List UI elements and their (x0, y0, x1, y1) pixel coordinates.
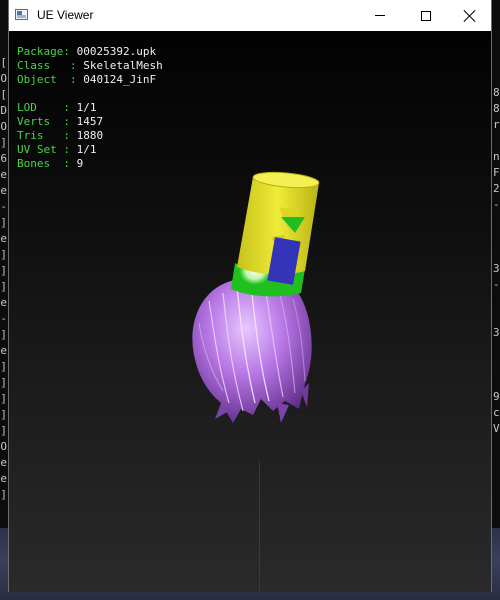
background-console-char: 9 (493, 390, 500, 403)
background-console-char: ] (0, 328, 7, 341)
background-console-char: r (493, 118, 500, 131)
background-console-char: 6 (0, 152, 7, 165)
background-console-char: - (0, 200, 7, 213)
background-console-char: F (493, 166, 500, 179)
background-console-char: ] (0, 216, 7, 229)
background-console-char: ] (0, 424, 7, 437)
background-console-char: e (0, 472, 7, 485)
background-console-char: e (0, 184, 7, 197)
window-title: UE Viewer (37, 8, 94, 22)
minimize-button[interactable] (357, 0, 403, 31)
minimize-icon (375, 15, 385, 16)
yellow-cylinder (237, 171, 320, 285)
ue-viewer-window: UE Viewer Package: 00025392.upk Class : … (8, 0, 492, 592)
background-console-char: ] (0, 408, 7, 421)
background-console-char: ] (0, 248, 7, 261)
skeletal-mesh-render[interactable] (9, 31, 491, 592)
background-console-char: e (0, 296, 7, 309)
background-console-char: ] (0, 280, 7, 293)
background-console-char: [ (0, 88, 7, 101)
background-console-char: ] (0, 264, 7, 277)
background-console-char: O (0, 120, 7, 133)
background-console-char: ] (0, 488, 7, 501)
background-console-char: e (0, 344, 7, 357)
background-console-char: c (493, 406, 500, 419)
background-console-char: e (0, 168, 7, 181)
background-console-char: - (493, 278, 500, 291)
background-console-char: e (0, 232, 7, 245)
background-console-char: ] (0, 392, 7, 405)
background-console-right: 8 8 r nF 2 - 3 - 3 9 cV (492, 0, 500, 600)
background-console-char: ] (0, 136, 7, 149)
background-console-char: 3 (493, 262, 500, 275)
background-console-char: O (0, 72, 7, 85)
background-console-char: D (0, 104, 7, 117)
background-console-char: 8 (493, 86, 500, 99)
background-console-char: 8 (493, 102, 500, 115)
maximize-button[interactable] (403, 0, 449, 31)
background-console-char: n (493, 150, 500, 163)
background-console-char: [ (0, 56, 7, 69)
background-console-char: ] (0, 376, 7, 389)
close-button[interactable] (447, 0, 493, 31)
background-console-char: ] (0, 360, 7, 373)
close-icon (464, 10, 476, 22)
3d-viewport[interactable]: Package: 00025392.upk Class : SkeletalMe… (9, 31, 491, 592)
hair-mesh (192, 277, 312, 423)
background-console-char: 3 (493, 326, 500, 339)
background-console-char: V (493, 422, 500, 435)
background-console-char: 2 (493, 182, 500, 195)
background-console-char: O (0, 440, 7, 453)
maximize-icon (421, 10, 431, 21)
background-console-char: e (0, 456, 7, 469)
background-console-left: [O[D O] 6 e e -] e]]] e -] e]]]]] Oe e] (0, 0, 8, 600)
background-console-char: - (493, 198, 500, 211)
background-console-char: - (0, 312, 7, 325)
title-bar[interactable]: UE Viewer (9, 0, 491, 31)
app-window-icon (15, 9, 28, 20)
